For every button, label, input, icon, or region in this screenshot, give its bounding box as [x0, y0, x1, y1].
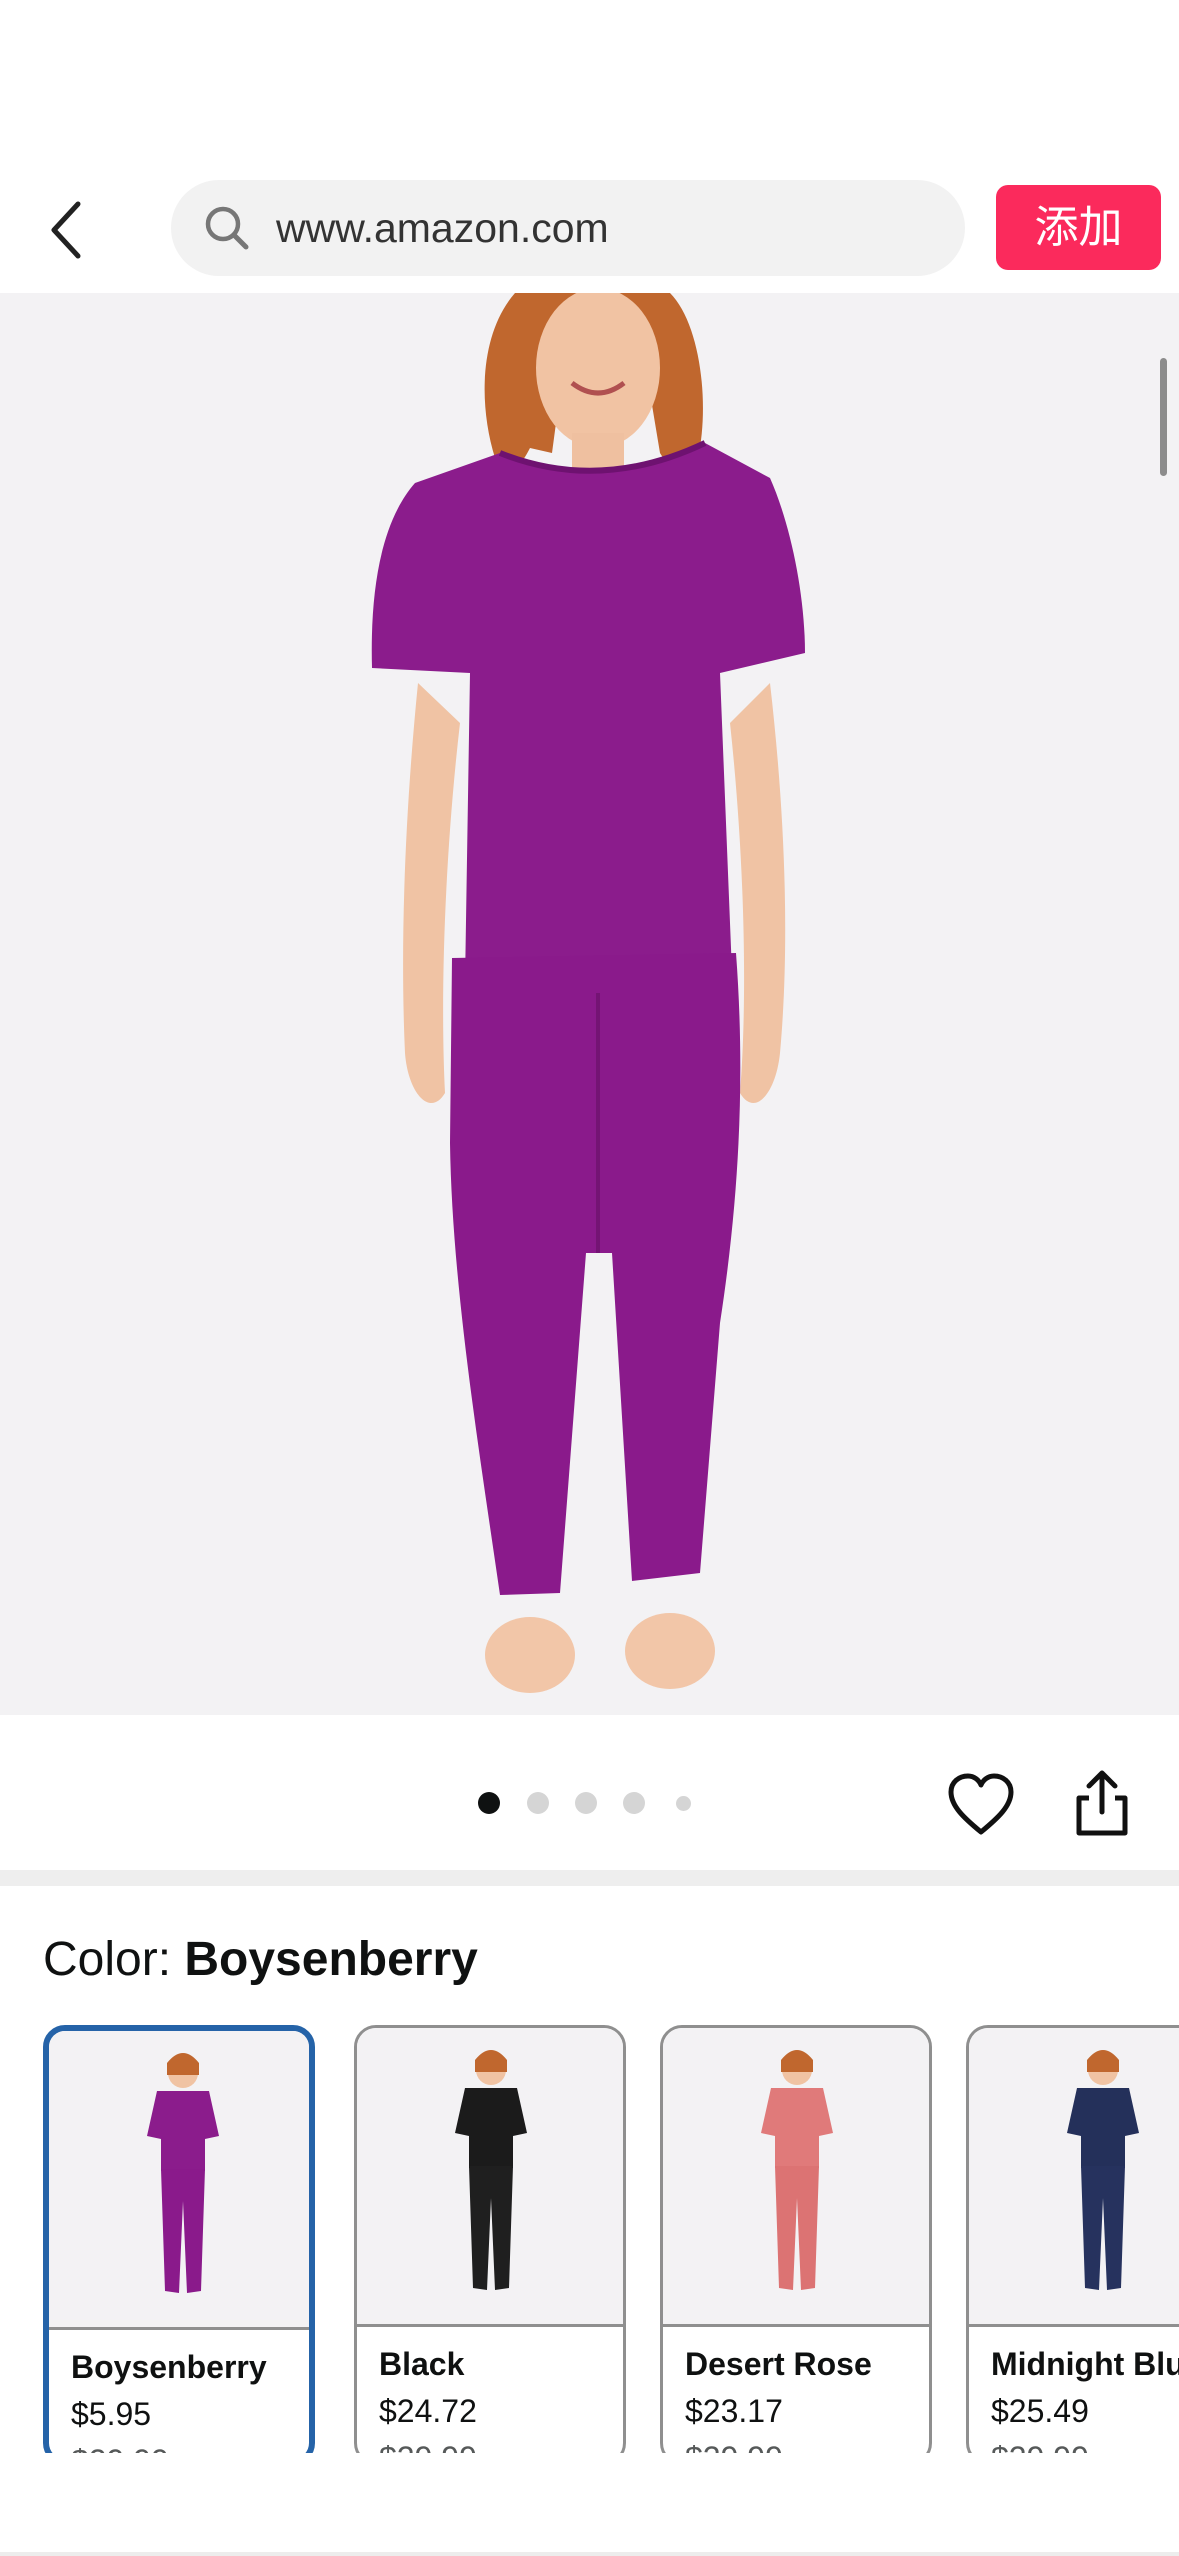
share-button[interactable] — [1073, 1768, 1131, 1838]
swatch-divider — [663, 2324, 929, 2327]
chevron-left-icon — [51, 201, 81, 259]
model-thumbnail-image — [455, 2050, 527, 2290]
url-text: www.amazon.com — [276, 205, 609, 251]
swatch-price: $24.72 — [379, 2393, 477, 2429]
swatch-price: $23.17 — [685, 2393, 783, 2429]
swatch-name: Midnight Blu — [991, 2346, 1179, 2382]
swatch-divider — [49, 2327, 309, 2330]
swatch-thumbnail — [357, 2028, 623, 2324]
product-image[interactable] — [0, 293, 1179, 1715]
wishlist-button[interactable] — [946, 1772, 1016, 1838]
back-button[interactable] — [40, 190, 100, 270]
swatch-divider — [969, 2324, 1179, 2327]
address-bar[interactable]: www.amazon.com — [171, 180, 965, 276]
pagination-dot[interactable] — [623, 1792, 645, 1814]
browser-top-bar: www.amazon.com 添加 — [0, 0, 1179, 293]
search-icon — [205, 206, 249, 250]
swatch-divider — [357, 2324, 623, 2327]
color-swatch-black[interactable]: Black $24.72 $29.99 — [354, 2025, 626, 2465]
swatch-thumbnail — [663, 2028, 929, 2324]
pagination-dot[interactable] — [575, 1792, 597, 1814]
color-swatch-boysenberry[interactable]: Boysenberry $5.95 $29.99 — [43, 2025, 315, 2465]
model-thumbnail-image — [761, 2050, 833, 2290]
bottom-divider — [0, 2552, 1179, 2556]
swatch-name: Black — [379, 2346, 465, 2382]
swatch-price: $25.49 — [991, 2393, 1089, 2429]
scrollbar-thumb[interactable] — [1160, 358, 1167, 476]
swatch-thumbnail — [49, 2031, 309, 2327]
model-in-pajamas-image — [371, 293, 805, 1693]
heart-icon — [948, 1773, 1014, 1835]
pagination-dot[interactable] — [478, 1792, 500, 1814]
model-thumbnail-image — [147, 2053, 219, 2293]
model-thumbnail-image — [1067, 2050, 1139, 2290]
add-button[interactable]: 添加 — [996, 185, 1161, 270]
swatch-name: Desert Rose — [685, 2346, 872, 2382]
share-icon — [1076, 1770, 1128, 1836]
selected-color-name: Boysenberry — [184, 1933, 478, 1986]
color-swatch-midnight-blue[interactable]: Midnight Blu $25.49 $29.99 — [966, 2025, 1179, 2465]
color-swatch-desert-rose[interactable]: Desert Rose $23.17 $29.99 — [660, 2025, 932, 2465]
bottom-area — [0, 2453, 1179, 2556]
swatch-price: $5.95 — [71, 2396, 152, 2432]
color-label: Color: Boysenberry — [43, 1932, 478, 1987]
section-divider — [0, 1870, 1179, 1886]
pagination-dot[interactable] — [527, 1792, 549, 1814]
swatch-thumbnail — [969, 2028, 1179, 2324]
pagination-dot[interactable] — [676, 1796, 691, 1811]
color-prefix: Color: — [43, 1933, 185, 1986]
swatch-name: Boysenberry — [71, 2349, 267, 2385]
